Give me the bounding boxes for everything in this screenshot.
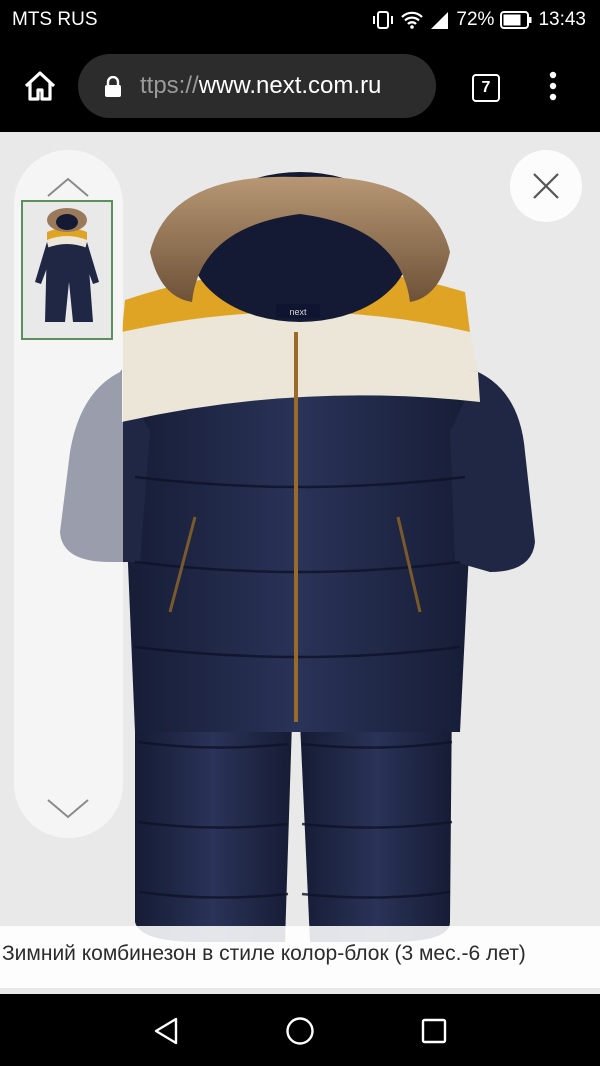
thumbnail-scroll-down[interactable] <box>46 798 90 825</box>
status-icons: 72% 13:43 <box>372 9 586 31</box>
battery-percent: 72% <box>456 9 495 30</box>
overflow-menu-icon <box>549 71 557 101</box>
overflow-menu-button[interactable] <box>546 70 560 102</box>
thumbnail-rail <box>14 150 123 838</box>
home-button[interactable] <box>22 68 58 104</box>
browser-toolbar: ttps://www.next.com.ru 7 <box>0 40 600 132</box>
system-nav-bar <box>0 994 600 1066</box>
wifi-icon <box>400 10 424 30</box>
address-bar[interactable]: ttps://www.next.com.ru <box>78 54 436 118</box>
recents-icon[interactable] <box>421 1018 447 1044</box>
close-icon <box>533 173 559 199</box>
tab-count: 7 <box>481 79 491 96</box>
vibrate-icon <box>372 10 394 30</box>
url-host: www.next.com.ru <box>198 72 382 99</box>
brand-label: next <box>289 307 307 317</box>
url-text: ttps://www.next.com.ru <box>140 72 381 100</box>
back-icon[interactable] <box>152 1016 180 1046</box>
lock-icon <box>105 76 121 97</box>
product-lightbox: next Зимний комбинезон в стиле колор-бло <box>0 132 600 994</box>
home-circle-icon[interactable] <box>285 1016 315 1046</box>
thumbnail-scroll-up[interactable] <box>46 176 90 203</box>
url-scheme: ttps:// <box>140 72 199 99</box>
battery-icon <box>500 11 532 29</box>
chevron-down-icon <box>47 799 89 819</box>
thumbnail-image[interactable] <box>21 200 113 340</box>
product-caption: Зимний комбинезон в стиле колор-блок (3 … <box>0 926 600 988</box>
home-icon <box>24 71 56 101</box>
carrier-name: MTS RUS <box>12 9 98 30</box>
status-bar: MTS RUS 72% 13:43 <box>0 0 600 40</box>
chevron-up-icon <box>47 177 89 197</box>
clock: 13:43 <box>538 9 586 30</box>
tabs-button[interactable]: 7 <box>472 74 500 102</box>
signal-icon <box>430 10 450 30</box>
close-lightbox-button[interactable] <box>510 150 582 222</box>
product-title: Зимний комбинезон в стиле колор-блок (3 … <box>2 942 526 965</box>
